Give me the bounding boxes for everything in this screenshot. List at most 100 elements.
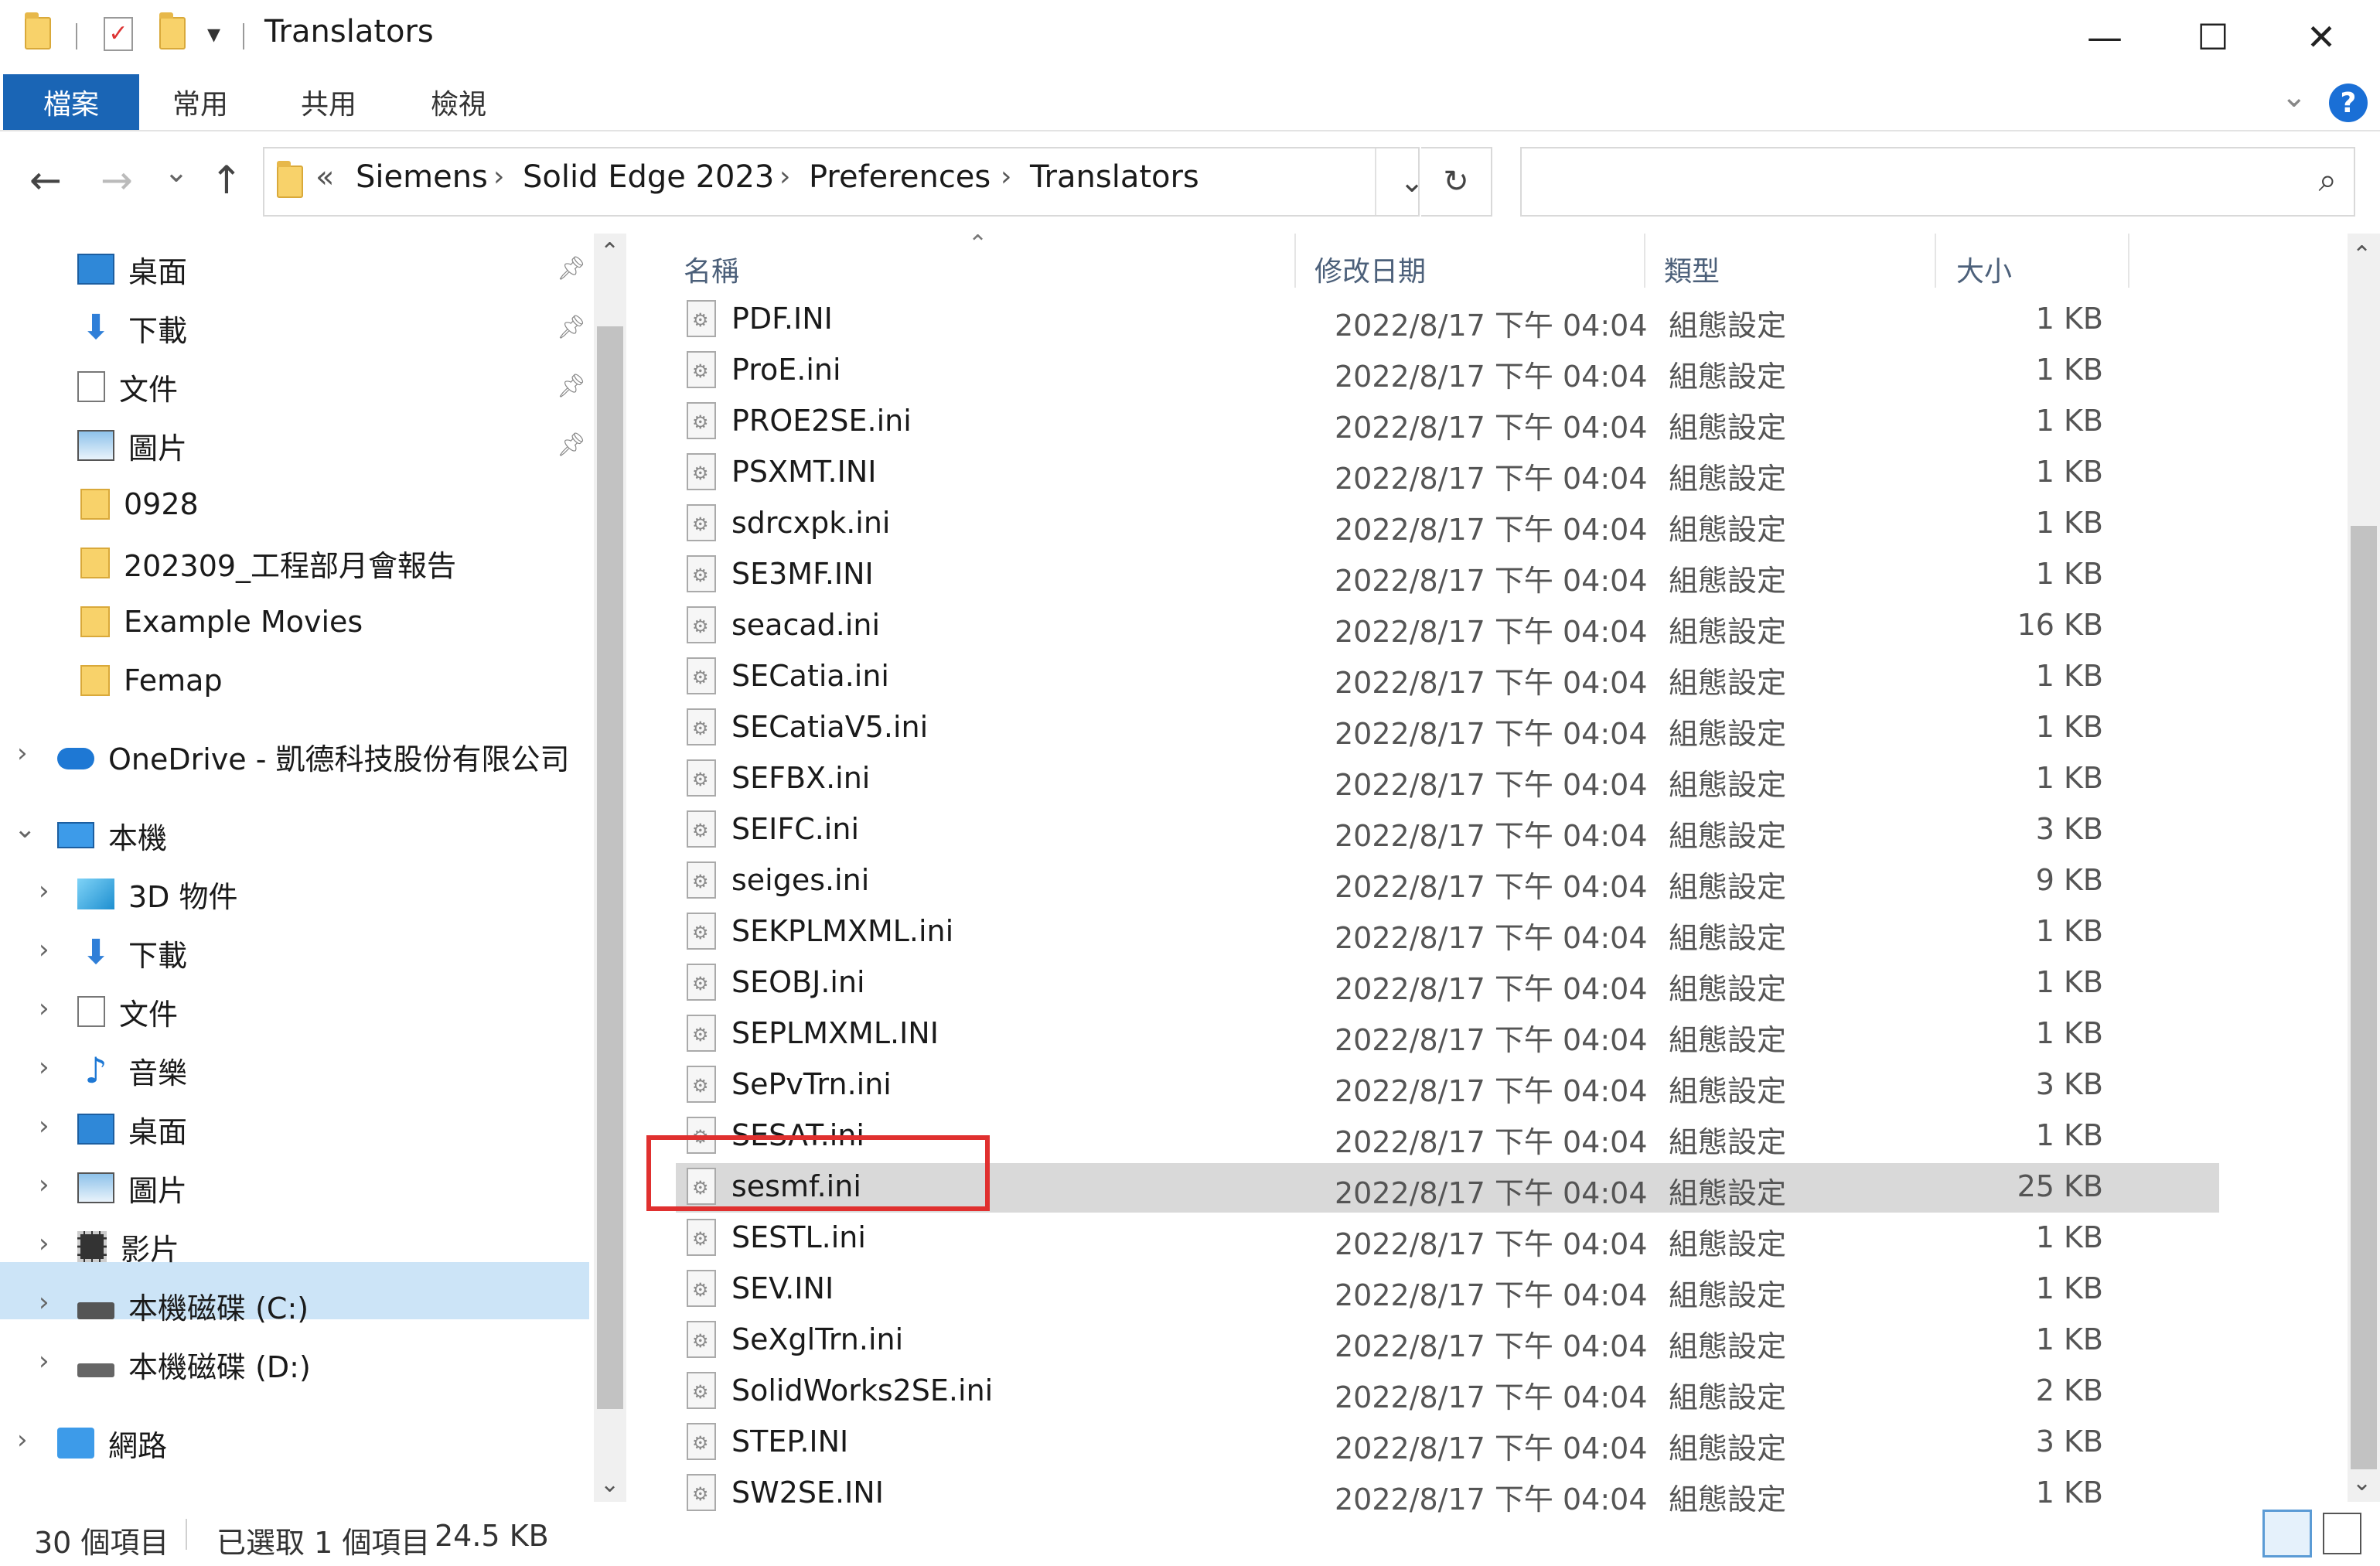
chevron-right-icon[interactable]: › — [39, 1228, 49, 1259]
chevron-right-icon[interactable]: › — [17, 1424, 28, 1455]
column-header-size[interactable]: 大小 — [1956, 249, 2012, 289]
table-row[interactable]: PDF.INI 2022/8/17 下午 04:04 組態設定 1 KB — [676, 295, 2219, 345]
table-row[interactable]: seiges.ini 2022/8/17 下午 04:04 組態設定 9 KB — [676, 857, 2219, 906]
table-row[interactable]: SEIFC.ini 2022/8/17 下午 04:04 組態設定 3 KB — [676, 806, 2219, 855]
sidebar-scroll-thumb[interactable] — [597, 326, 623, 1409]
sidebar-item-pictures[interactable]: 圖片 — [77, 418, 187, 473]
chevron-right-icon[interactable]: › — [493, 161, 504, 193]
sidebar-item-downloads-pc[interactable]: ⬇ 下載 — [77, 925, 187, 981]
breadcrumb-preferences[interactable]: Preferences — [809, 159, 991, 195]
column-divider[interactable] — [1935, 234, 1936, 288]
table-row[interactable]: SePvTrn.ini 2022/8/17 下午 04:04 組態設定 3 KB — [676, 1061, 2219, 1111]
chevron-right-icon[interactable]: › — [39, 1111, 49, 1141]
back-button[interactable]: ← — [29, 158, 62, 203]
chevron-right-icon[interactable]: › — [39, 1169, 49, 1200]
search-icon[interactable]: ⌕ — [2318, 161, 2337, 200]
breadcrumb-siemens[interactable]: Siemens — [356, 159, 488, 195]
minimize-button[interactable]: — — [2051, 0, 2159, 74]
pin-icon[interactable]: 📌︎ — [557, 314, 586, 341]
refresh-button[interactable]: ↻ — [1421, 147, 1492, 217]
sidebar-item-pictures-pc[interactable]: 圖片 — [77, 1160, 187, 1216]
sidebar-item-drive-d[interactable]: 本機磁碟 (D:) — [77, 1336, 311, 1392]
table-row[interactable]: PROE2SE.ini 2022/8/17 下午 04:04 組態設定 1 KB — [676, 397, 2219, 447]
tab-view[interactable]: 檢視 — [399, 74, 518, 130]
breadcrumb-translators[interactable]: Translators — [1030, 159, 1199, 195]
chevron-right-icon[interactable]: › — [17, 738, 28, 769]
table-row[interactable]: SEFBX.ini 2022/8/17 下午 04:04 組態設定 1 KB — [676, 755, 2219, 804]
sidebar-item-documents-pc[interactable]: 文件 — [77, 984, 178, 1039]
sidebar-item-3d-objects[interactable]: 3D 物件 — [77, 866, 238, 922]
file-list-scroll-thumb[interactable] — [2351, 526, 2377, 1469]
recent-locations-button[interactable]: ⌄ — [164, 155, 189, 189]
scroll-up-icon[interactable]: ⌃ — [2352, 241, 2371, 268]
chevron-right-icon[interactable]: › — [779, 161, 790, 193]
sidebar-item-this-pc[interactable]: 本機 — [57, 807, 167, 863]
column-divider[interactable] — [1644, 234, 1645, 288]
table-row[interactable]: seacad.ini 2022/8/17 下午 04:04 組態設定 16 KB — [676, 602, 2219, 651]
chevron-right-icon[interactable]: › — [39, 1287, 49, 1318]
pin-icon[interactable]: 📌︎ — [557, 432, 586, 459]
sidebar-item-desktop[interactable]: 桌面 — [77, 241, 187, 297]
close-button[interactable]: ✕ — [2267, 0, 2375, 74]
breadcrumb-solid-edge-2023[interactable]: Solid Edge 2023 — [523, 159, 774, 195]
table-row[interactable]: SECatiaV5.ini 2022/8/17 下午 04:04 組態設定 1 KB — [676, 704, 2219, 753]
expand-ribbon-chevron-icon[interactable]: ⌄ — [2281, 79, 2307, 114]
sidebar-item-videos[interactable]: 影片 — [77, 1219, 179, 1274]
help-icon[interactable]: ? — [2329, 84, 2368, 122]
search-input[interactable]: ⌕ — [1520, 147, 2355, 217]
scroll-up-icon[interactable]: ⌃ — [600, 238, 619, 265]
column-divider[interactable] — [1294, 234, 1296, 288]
sidebar-item-example-movies[interactable]: Example Movies — [80, 594, 363, 650]
sidebar-item-desktop-pc[interactable]: 桌面 — [77, 1101, 187, 1157]
sidebar-item-documents[interactable]: 文件 — [77, 359, 178, 415]
table-row[interactable]: ProE.ini 2022/8/17 下午 04:04 組態設定 1 KB — [676, 346, 2219, 396]
address-bar[interactable]: « Siemens › Solid Edge 2023 › Preference… — [263, 147, 1424, 217]
table-row[interactable]: sdrcxpk.ini 2022/8/17 下午 04:04 組態設定 1 KB — [676, 500, 2219, 549]
chevron-right-icon[interactable]: › — [39, 1052, 49, 1083]
tab-share[interactable]: 共用 — [269, 74, 388, 130]
column-header-date[interactable]: 修改日期 — [1314, 249, 1426, 289]
column-divider[interactable] — [2128, 234, 2129, 288]
sidebar-item-onedrive[interactable]: OneDrive - 凱德科技股份有限公司 — [57, 728, 570, 784]
new-folder-icon[interactable] — [159, 12, 186, 53]
large-icons-view-icon[interactable] — [2323, 1513, 2361, 1554]
tab-home[interactable]: 常用 — [141, 74, 260, 130]
column-header-name[interactable]: 名稱 — [684, 249, 739, 289]
chevron-right-icon[interactable]: › — [1001, 161, 1011, 193]
sidebar-item-drive-c[interactable]: 本機磁碟 (C:) — [77, 1278, 309, 1333]
sidebar-item-femap[interactable]: Femap — [80, 653, 223, 708]
sidebar-item-0928[interactable]: 0928 — [80, 476, 199, 532]
chevron-right-icon[interactable]: › — [39, 875, 49, 906]
chevron-right-icon[interactable]: › — [39, 1346, 49, 1377]
sidebar-item-downloads[interactable]: ⬇ 下載 — [77, 300, 187, 356]
table-row[interactable]: SEPLMXML.INI 2022/8/17 下午 04:04 組態設定 1 KB — [676, 1010, 2219, 1059]
chevron-down-icon[interactable]: ⌄ — [14, 814, 36, 844]
sidebar-item-network[interactable]: 網路 — [57, 1415, 167, 1471]
maximize-button[interactable]: ☐ — [2159, 0, 2267, 74]
table-row[interactable]: SESTL.ini 2022/8/17 下午 04:04 組態設定 1 KB — [676, 1214, 2219, 1264]
table-row[interactable]: SEV.INI 2022/8/17 下午 04:04 組態設定 1 KB — [676, 1265, 2219, 1315]
table-row[interactable]: SE3MF.INI 2022/8/17 下午 04:04 組態設定 1 KB — [676, 551, 2219, 600]
column-header-type[interactable]: 類型 — [1664, 249, 1720, 289]
table-row[interactable]: STEP.INI 2022/8/17 下午 04:04 組態設定 3 KB — [676, 1418, 2219, 1468]
chevron-right-icon[interactable]: › — [39, 993, 49, 1024]
table-row[interactable]: SolidWorks2SE.ini 2022/8/17 下午 04:04 組態設定 2… — [676, 1367, 2219, 1417]
pin-icon[interactable]: 📌︎ — [557, 373, 586, 400]
up-button[interactable]: ↑ — [210, 158, 243, 203]
scroll-down-icon[interactable]: ⌄ — [600, 1471, 619, 1498]
table-row[interactable]: PSXMT.INI 2022/8/17 下午 04:04 組態設定 1 KB — [676, 449, 2219, 498]
table-row[interactable]: SEKPLMXML.ini 2022/8/17 下午 04:04 組態設定 1 KB — [676, 908, 2219, 957]
chevron-right-icon[interactable]: › — [39, 934, 49, 965]
folder-icon[interactable] — [25, 12, 51, 53]
details-view-icon[interactable] — [2262, 1510, 2312, 1557]
forward-button[interactable]: → — [101, 158, 133, 203]
pin-icon[interactable]: 📌︎ — [557, 255, 586, 282]
customize-dropdown-icon[interactable]: ▾ — [207, 19, 220, 49]
sidebar-item-music[interactable]: ♪ 音樂 — [77, 1042, 187, 1098]
sidebar-item-202309-report[interactable]: 202309_工程部月會報告 — [80, 535, 456, 591]
table-row[interactable]: SeXglTrn.ini 2022/8/17 下午 04:04 組態設定 1 KB — [676, 1316, 2219, 1366]
table-row[interactable]: SECatia.ini 2022/8/17 下午 04:04 組態設定 1 KB — [676, 653, 2219, 702]
breadcrumb-overflow[interactable]: « — [315, 159, 334, 195]
properties-check-icon[interactable]: ✓ — [104, 17, 133, 51]
scroll-down-icon[interactable]: ⌄ — [2352, 1469, 2371, 1496]
